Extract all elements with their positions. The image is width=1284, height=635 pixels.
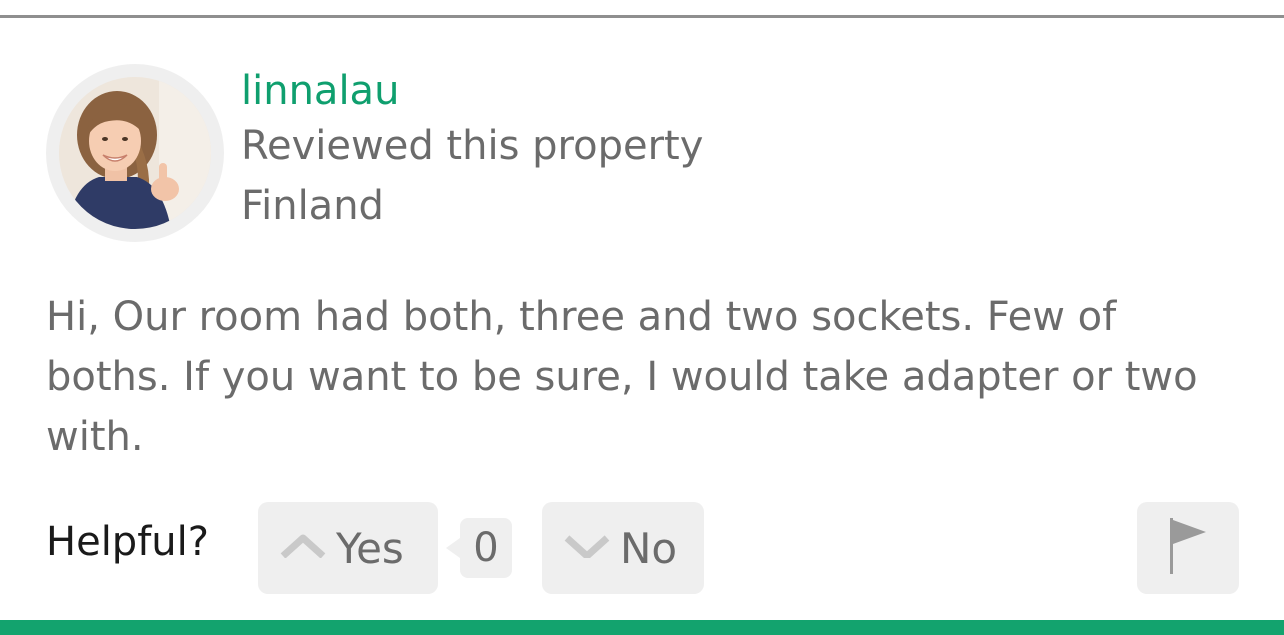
yes-label: Yes: [336, 523, 404, 573]
reviewer-info: linnalau Reviewed this property Finland: [241, 66, 703, 241]
flag-icon: [1166, 516, 1210, 580]
chevron-up-icon: [280, 534, 326, 562]
report-flag-button[interactable]: [1137, 502, 1239, 594]
top-divider: [0, 15, 1284, 18]
reviewer-location: Finland: [241, 183, 384, 229]
chevron-down-icon: [564, 534, 610, 562]
review-action-text: Reviewed this property: [241, 123, 704, 169]
helpful-label: Helpful?: [46, 519, 209, 565]
avatar-photo: [59, 77, 211, 229]
yes-count-badge: 0: [446, 518, 512, 578]
bottom-accent-bar: [0, 620, 1284, 635]
review-body: Hi, Our room had both, three and two soc…: [46, 294, 1198, 460]
helpful-yes-button[interactable]: Yes: [258, 502, 438, 594]
avatar[interactable]: [46, 64, 224, 242]
helpful-no-button[interactable]: No: [542, 502, 704, 594]
reviewer-username[interactable]: linnalau: [241, 66, 703, 121]
no-label: No: [620, 523, 678, 573]
